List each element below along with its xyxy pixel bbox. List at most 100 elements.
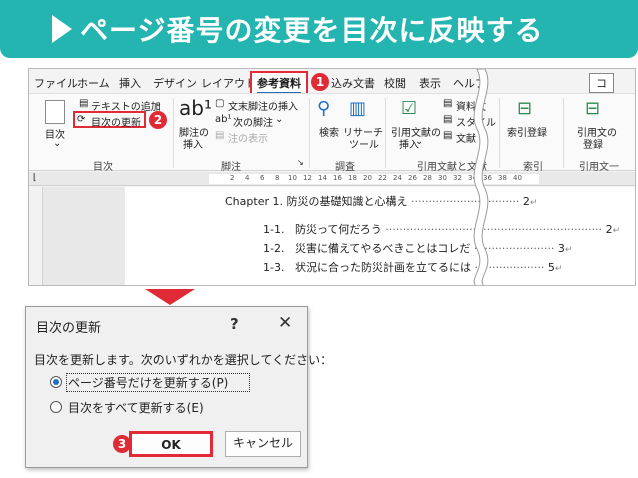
tab-mailings[interactable]: 込み文書 — [331, 75, 375, 91]
ruler-number: 10 — [288, 174, 297, 182]
step-1-badge: 1 — [311, 73, 329, 91]
toc-entry-text: 防災って何だろう — [294, 223, 382, 236]
ruler-number: 12 — [303, 174, 312, 182]
toc-entry-section[interactable]: 1-2. 災害に備えてやるべきことはコレだ ··················… — [263, 240, 572, 256]
ruler-number: 6 — [260, 174, 265, 182]
tab-stop-icon[interactable]: ⌊ — [33, 173, 37, 183]
group-label-table-of-authorities: 引用文一 — [579, 162, 619, 173]
group-separator — [309, 98, 310, 168]
mark-citation-icon: ⊟ — [585, 98, 601, 119]
ribbon-tabs: ファイル ホーム 挿入 デザイン レイアウト 参考資料 1 込み文書 校閲 表示… — [29, 69, 635, 98]
tab-references-label: 参考資料 — [257, 77, 301, 90]
document-area: Chapter 1. 防災の基礎知識と心構え ·················… — [29, 187, 635, 285]
researcher-icon: ▥ — [349, 98, 367, 119]
group-separator — [563, 98, 564, 168]
next-footnote-button[interactable]: 次の脚注 — [233, 114, 273, 129]
dialog-title: 目次の更新 — [36, 321, 102, 336]
toc-entry-page: 3 — [557, 242, 565, 255]
researcher-line2[interactable]: ツール — [349, 136, 379, 151]
ruler-number: 26 — [408, 174, 417, 182]
toc-entry-number: 1-1. — [263, 223, 285, 236]
footnote-ab-icon: ab¹ — [179, 96, 212, 120]
endnote-icon: ▢ — [215, 98, 225, 109]
document-page[interactable]: Chapter 1. 防災の基礎知識と心構え ·················… — [125, 187, 635, 285]
ruler-number: 8 — [275, 174, 280, 182]
footnote-dialog-launcher-icon[interactable]: ↘ — [297, 158, 304, 167]
help-icon[interactable]: ? — [230, 315, 239, 333]
vertical-ruler — [29, 187, 43, 285]
toc-entry-text: 災害に備えてやるべきことはコレだ — [294, 242, 471, 255]
next-footnote-chevron-icon[interactable]: ⌄ — [275, 114, 283, 125]
tab-design[interactable]: デザイン — [153, 75, 197, 91]
tab-review[interactable]: 校閲 — [384, 75, 406, 91]
toc-entry-text: 状況に合った防災計画を立てるには — [294, 261, 471, 274]
word-window: ファイル ホーム 挿入 デザイン レイアウト 参考資料 1 込み文書 校閲 表示… — [28, 68, 636, 286]
toc-entry-section[interactable]: 1-1. 防災って何だろう ··························… — [263, 221, 620, 237]
tab-insert[interactable]: 挿入 — [119, 75, 141, 91]
ruler-number: 20 — [363, 174, 372, 182]
toc-document-icon — [45, 100, 65, 124]
paragraph-mark-icon: ↵ — [564, 245, 573, 255]
toc-entry-page: 2 — [605, 223, 613, 236]
paragraph-mark-icon: ↵ — [529, 198, 538, 208]
tab-layout[interactable]: レイアウト — [201, 75, 256, 91]
ruler-number: 38 — [498, 174, 507, 182]
toc-dropdown-chevron-icon[interactable]: ⌄ — [53, 138, 61, 149]
horizontal-ruler: ⌊ 2 4 6 8 10 12 14 16 18 20 22 24 26 28 … — [29, 172, 635, 186]
group-separator — [173, 98, 174, 168]
cancel-button[interactable]: キャンセル — [225, 431, 301, 457]
tab-home[interactable]: ホーム — [77, 75, 110, 91]
mark-citation-line2[interactable]: 登録 — [583, 136, 603, 151]
group-separator — [385, 98, 386, 168]
toc-entry-text: 防災の基礎知識と心構え — [286, 195, 408, 208]
ruler-number: 18 — [348, 174, 357, 182]
toc-entry-section[interactable]: 1-3. 状況に合った防災計画を立てるには ··················… — [263, 259, 562, 275]
ruler-number: 14 — [318, 174, 327, 182]
down-arrow-icon — [145, 289, 195, 305]
group-label-footnotes: 脚注 — [221, 162, 241, 173]
insert-footnote-line2[interactable]: 挿入 — [183, 136, 203, 151]
ruler-number: 24 — [393, 174, 402, 182]
play-arrow-icon — [52, 15, 72, 43]
add-text-chevron-icon[interactable]: ⌄ — [154, 98, 162, 109]
ruler-number: 40 — [513, 174, 522, 182]
step-2-badge: 2 — [149, 111, 167, 129]
mark-entry-button[interactable]: 索引登録 — [507, 124, 547, 139]
toc-entry-page: 5 — [547, 261, 555, 274]
radio-label: 目次をすべて更新する(E) — [68, 401, 204, 415]
toc-entry-page: 2 — [522, 195, 530, 208]
title-banner: ページ番号の変更を目次に反映する — [0, 0, 638, 58]
manage-sources-icon: ▤ — [443, 98, 453, 109]
comment-button[interactable]: コ — [589, 73, 614, 93]
add-text-icon: ▤ — [79, 98, 89, 109]
insert-citation-chevron-icon[interactable]: ⌄ — [415, 136, 423, 147]
show-notes-button[interactable]: 注の表示 — [228, 130, 268, 145]
update-toc-dialog: 目次の更新 ? ✕ 目次を更新します。次のいずれかを選択してください： ページ番… — [25, 306, 332, 468]
ruler-number: 28 — [423, 174, 432, 182]
tab-view[interactable]: 表示 — [419, 75, 441, 91]
tab-file[interactable]: ファイル — [34, 75, 78, 91]
radio-unselected-icon[interactable] — [50, 401, 62, 413]
search-button[interactable]: 検索 — [319, 124, 339, 139]
dialog-message: 目次を更新します。次のいずれかを選択してください： — [34, 353, 333, 367]
ruler-number: 22 — [378, 174, 387, 182]
ruler-number: 2 — [230, 174, 235, 182]
ruler-number: 4 — [245, 174, 250, 182]
insert-endnote-button[interactable]: 文末脚注の挿入 — [228, 98, 298, 113]
toc-entry-number: Chapter 1. — [225, 195, 283, 208]
group-label-index: 索引 — [523, 162, 543, 173]
ok-button[interactable]: OK — [129, 431, 213, 457]
group-separator — [499, 98, 500, 168]
group-label-research: 調査 — [335, 162, 355, 173]
mark-entry-icon: ⊟ — [517, 98, 533, 119]
refresh-icon: ⟳ — [77, 114, 86, 125]
crop-break-wave — [473, 69, 489, 285]
ruler-number: 30 — [438, 174, 447, 182]
paragraph-mark-icon: ↵ — [612, 226, 621, 236]
group-label-toc: 目次 — [93, 162, 113, 173]
update-toc-button[interactable]: 目次の更新 — [91, 114, 141, 129]
show-notes-icon: ▤ — [215, 130, 225, 141]
ribbon: 目次 ⌄ ▤ テキストの追加 ⌄ ⟳ 目次の更新 2 目次 ab¹ 脚注の 挿入… — [29, 93, 635, 173]
close-icon[interactable]: ✕ — [278, 313, 292, 333]
radio-selected-icon[interactable] — [50, 376, 62, 388]
